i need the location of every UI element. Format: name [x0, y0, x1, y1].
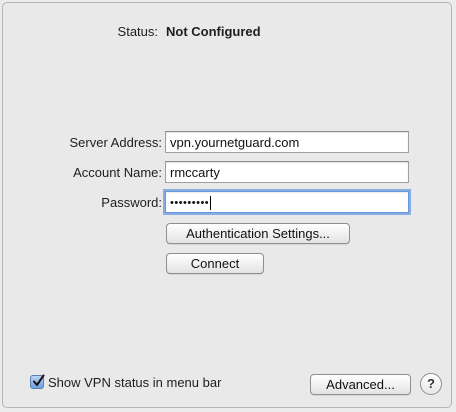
- account-name-row: Account Name: rmccarty: [0, 161, 456, 185]
- status-row: Status: Not Configured: [0, 24, 456, 42]
- server-address-label: Server Address:: [69, 135, 163, 150]
- show-vpn-status-label: Show VPN status in menu bar: [48, 375, 222, 390]
- server-address-row: Server Address: vpn.yournetguard.com: [0, 131, 456, 155]
- server-address-value: vpn.yournetguard.com: [170, 135, 300, 150]
- text-caret: [210, 196, 212, 210]
- status-value: Not Configured: [166, 24, 261, 39]
- advanced-button[interactable]: Advanced...: [310, 374, 411, 395]
- password-row: Password: •••••••••: [0, 191, 456, 215]
- server-address-field[interactable]: vpn.yournetguard.com: [165, 131, 409, 153]
- account-name-value: rmccarty: [170, 165, 220, 180]
- show-vpn-status-checkbox[interactable]: [30, 374, 45, 389]
- help-button[interactable]: ?: [420, 373, 442, 395]
- authentication-settings-button[interactable]: Authentication Settings...: [166, 223, 350, 244]
- password-masked-value: •••••••••: [170, 197, 210, 209]
- account-name-label: Account Name:: [73, 165, 162, 180]
- connect-button[interactable]: Connect: [166, 253, 264, 274]
- checkmark-icon: [33, 374, 45, 386]
- status-label: Status:: [117, 24, 158, 39]
- password-field[interactable]: •••••••••: [165, 191, 409, 213]
- account-name-field[interactable]: rmccarty: [165, 161, 409, 183]
- password-label: Password:: [101, 195, 162, 210]
